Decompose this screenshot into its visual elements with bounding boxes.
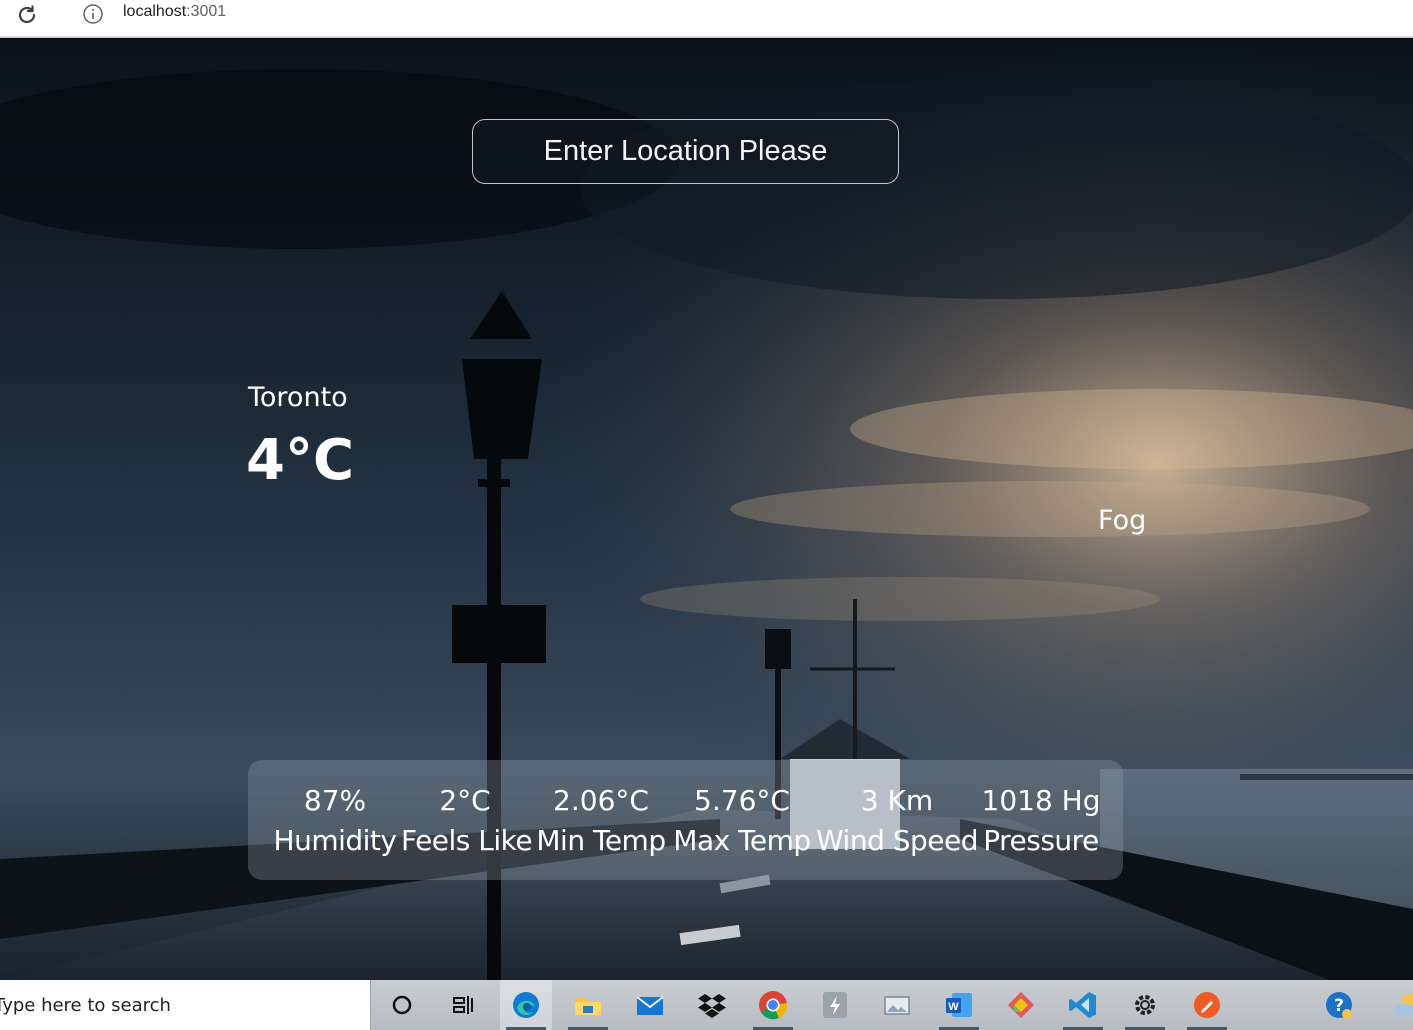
site-info-icon[interactable] bbox=[82, 3, 104, 25]
humidity-label: Humidity bbox=[273, 824, 397, 857]
weather-details-panel: 87% Humidity 2°C Feels Like 2.06°C Min T… bbox=[248, 760, 1123, 880]
humidity-value: 87% bbox=[303, 784, 367, 817]
settings-icon[interactable] bbox=[1129, 989, 1161, 1021]
photos-icon[interactable] bbox=[881, 989, 913, 1021]
git-icon[interactable] bbox=[1005, 989, 1037, 1021]
taskbar: W ? bbox=[0, 980, 1413, 1030]
dropbox-icon[interactable] bbox=[696, 989, 728, 1021]
taskbar-search-box[interactable] bbox=[0, 980, 371, 1030]
help-icon[interactable]: ? bbox=[1323, 989, 1355, 1021]
chrome-icon[interactable] bbox=[757, 989, 789, 1021]
task-view-icon[interactable] bbox=[446, 989, 478, 1021]
location-search-input[interactable] bbox=[472, 119, 899, 184]
min-temp-label: Min Temp bbox=[536, 824, 666, 857]
min-temp-value: 2.06°C bbox=[553, 784, 649, 817]
cortana-icon[interactable] bbox=[386, 989, 418, 1021]
edge-icon[interactable] bbox=[510, 989, 542, 1021]
max-temp-stat: 5.76°C Max Temp bbox=[672, 760, 812, 880]
humidity-stat: 87% Humidity bbox=[268, 760, 402, 880]
app-bolt-icon[interactable] bbox=[819, 989, 851, 1021]
wind-speed-stat: 3 Km Wind Speed bbox=[815, 760, 979, 880]
pressure-label: Pressure bbox=[983, 824, 1099, 857]
feels-like-stat: 2°C Feels Like bbox=[401, 760, 533, 880]
min-temp-stat: 2.06°C Min Temp bbox=[533, 760, 669, 880]
max-temp-value: 5.76°C bbox=[694, 784, 790, 817]
pressure-value: 1018 Hg bbox=[981, 784, 1101, 817]
file-explorer-icon[interactable] bbox=[572, 989, 604, 1021]
max-temp-label: Max Temp bbox=[673, 824, 811, 857]
svg-text:W: W bbox=[948, 1001, 959, 1013]
weather-condition: Fog bbox=[1098, 505, 1147, 536]
current-temperature: 4°C bbox=[246, 428, 355, 493]
address-bar[interactable] bbox=[62, 0, 1413, 30]
wind-speed-value: 3 Km bbox=[860, 784, 934, 817]
postman-icon[interactable] bbox=[1191, 989, 1223, 1021]
pressure-stat: 1018 Hg Pressure bbox=[979, 760, 1103, 880]
url-port: :3001 bbox=[186, 3, 227, 20]
weather-tray-icon[interactable] bbox=[1385, 989, 1413, 1021]
city-name: Toronto bbox=[248, 382, 348, 413]
feels-like-value: 2°C bbox=[439, 784, 491, 817]
word-icon[interactable]: W bbox=[943, 989, 975, 1021]
taskbar-search-input[interactable] bbox=[0, 992, 354, 1018]
url-text[interactable]: localhost:3001 bbox=[123, 3, 226, 21]
wind-speed-label: Wind Speed bbox=[815, 824, 979, 857]
url-host: localhost bbox=[123, 3, 187, 20]
reload-icon[interactable] bbox=[15, 3, 39, 27]
vscode-icon[interactable] bbox=[1067, 989, 1099, 1021]
feels-like-label: Feels Like bbox=[401, 824, 533, 857]
mail-icon[interactable] bbox=[634, 989, 666, 1021]
browser-toolbar: localhost:3001 bbox=[0, 0, 1413, 38]
